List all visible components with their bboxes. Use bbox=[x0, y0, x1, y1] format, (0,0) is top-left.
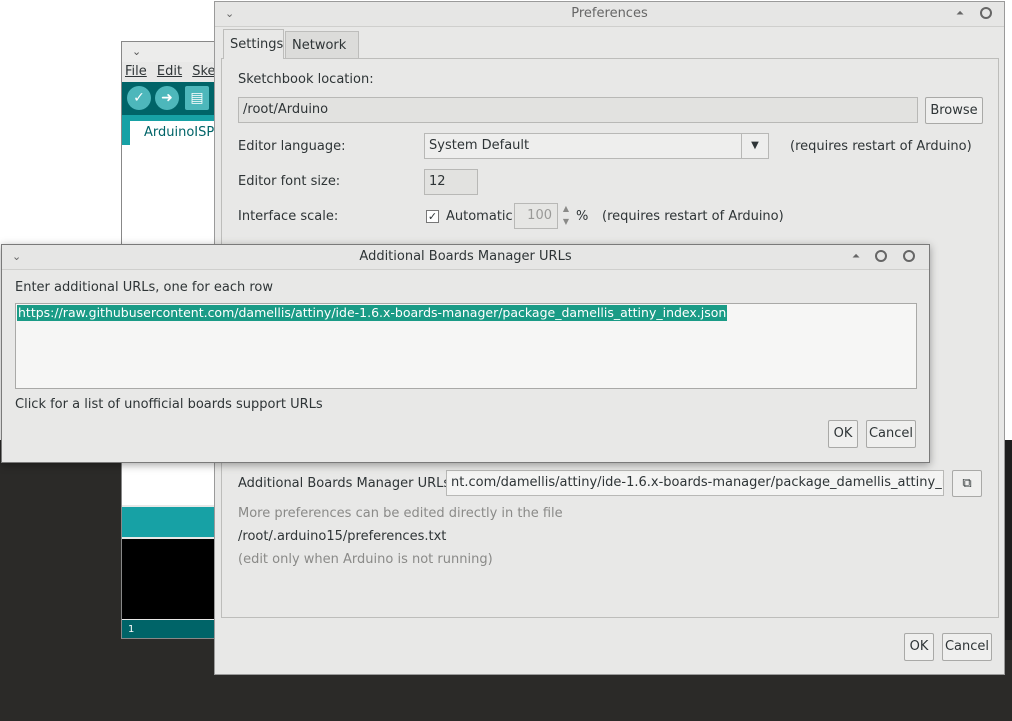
chevron-down-icon[interactable]: ⌄ bbox=[132, 45, 141, 58]
menu-edit[interactable]: Edit bbox=[157, 64, 182, 79]
preferences-titlebar: ⌄ Preferences ⏶ bbox=[215, 2, 1004, 27]
preferences-ok-button[interactable]: OK bbox=[904, 633, 934, 661]
sketchbook-label: Sketchbook location: bbox=[238, 72, 374, 87]
upload-icon[interactable]: ➜ bbox=[155, 86, 179, 110]
editor-language-select[interactable]: System Default ▼ bbox=[424, 133, 769, 159]
dialog-instruction: Enter additional URLs, one for each row bbox=[15, 280, 274, 295]
chevron-down-icon[interactable]: ▼ bbox=[741, 134, 768, 158]
urls-textarea[interactable]: https://raw.githubusercontent.com/damell… bbox=[15, 303, 917, 389]
boards-url-input[interactable]: nt.com/damellis/attiny/ide-1.6.x-boards-… bbox=[446, 470, 944, 496]
automatic-scale-checkbox[interactable]: ✓ bbox=[426, 210, 439, 223]
chevron-down-icon[interactable]: ⌄ bbox=[225, 2, 234, 26]
window-title: Preferences bbox=[571, 6, 648, 21]
minimize-icon[interactable] bbox=[875, 250, 887, 262]
chevron-down-icon[interactable]: ⌄ bbox=[12, 245, 21, 269]
scale-restart-note: (requires restart of Arduino) bbox=[602, 209, 784, 224]
editor-language-label: Editor language: bbox=[238, 139, 346, 154]
window-list-icon: ⧉ bbox=[962, 476, 972, 491]
dialog-cancel-button[interactable]: Cancel bbox=[866, 420, 916, 448]
close-icon[interactable] bbox=[980, 7, 992, 19]
maximize-icon[interactable]: ⏶ bbox=[852, 245, 860, 269]
unofficial-boards-link[interactable]: Click for a list of unofficial boards su… bbox=[15, 397, 323, 412]
preferences-cancel-button[interactable]: Cancel bbox=[942, 633, 992, 661]
boards-url-edit-button[interactable]: ⧉ bbox=[952, 470, 982, 497]
sketchbook-input[interactable]: /root/Arduino bbox=[238, 97, 918, 123]
more-prefs-note: More preferences can be edited directly … bbox=[238, 506, 563, 521]
language-restart-note: (requires restart of Arduino) bbox=[790, 139, 972, 154]
new-sketch-icon[interactable]: ▤ bbox=[185, 86, 209, 110]
editor-language-value: System Default bbox=[429, 138, 530, 153]
scale-unit: % bbox=[576, 209, 589, 224]
selected-url: https://raw.githubusercontent.com/damell… bbox=[17, 305, 728, 321]
dialog-ok-button[interactable]: OK bbox=[828, 420, 858, 448]
interface-scale-label: Interface scale: bbox=[238, 209, 339, 224]
scale-input[interactable]: 100 bbox=[514, 203, 558, 229]
close-icon[interactable] bbox=[903, 250, 915, 262]
font-size-label: Editor font size: bbox=[238, 174, 341, 189]
maximize-icon[interactable]: ⏶ bbox=[956, 2, 964, 26]
verify-icon[interactable]: ✓ bbox=[127, 86, 151, 110]
browse-button[interactable]: Browse bbox=[925, 97, 983, 124]
scale-spinner[interactable]: ▲ ▼ bbox=[559, 202, 573, 230]
edit-note: (edit only when Arduino is not running) bbox=[238, 552, 493, 567]
boards-urls-dialog: ⌄ Additional Boards Manager URLs ⏶ Enter… bbox=[1, 244, 930, 463]
tab-settings[interactable]: Settings bbox=[223, 29, 284, 59]
font-size-input[interactable]: 12 bbox=[424, 169, 478, 195]
dialog-titlebar: ⌄ Additional Boards Manager URLs ⏶ bbox=[2, 245, 929, 270]
menu-file[interactable]: File bbox=[125, 64, 147, 79]
boards-url-label: Additional Boards Manager URLs: bbox=[238, 476, 455, 491]
dialog-title: Additional Boards Manager URLs bbox=[359, 249, 572, 264]
prefs-file-path[interactable]: /root/.arduino15/preferences.txt bbox=[238, 529, 446, 544]
automatic-scale-label: Automatic bbox=[446, 209, 513, 224]
tab-network[interactable]: Network bbox=[285, 31, 359, 59]
